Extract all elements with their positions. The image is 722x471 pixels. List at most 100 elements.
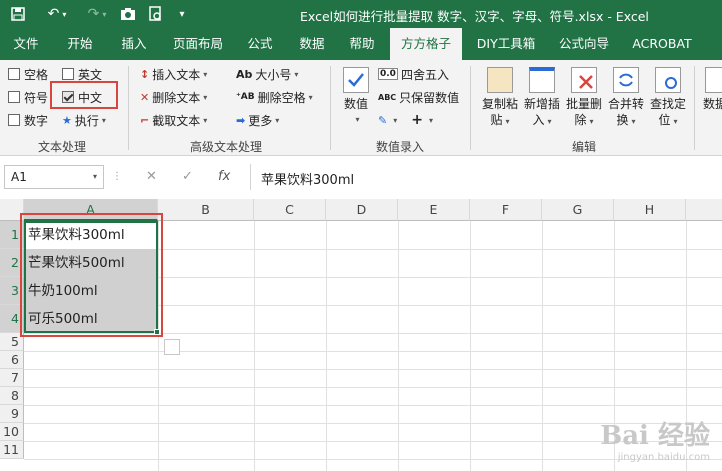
delete-text-button[interactable]: ✕ 删除文本 ▾ [140, 87, 207, 107]
execute-button[interactable]: ★ 执行 ▾ [62, 110, 106, 130]
checkbox-icon [8, 114, 20, 126]
delete-space-label: 删除空格 [257, 90, 306, 105]
more-dots-icon: ⋮ [112, 171, 122, 182]
round-icon: 0.0 [378, 68, 398, 80]
gridline [24, 405, 722, 406]
checkbox-number-label: 数字 [24, 113, 49, 128]
excel-window: ↶ ▾ ↷ ▾ ▾ Excel如何进行批量提取 数字、汉字、字母、符号.xlsx -… [0, 0, 722, 471]
copy-paste-label-2: 贴 [490, 113, 503, 127]
delete-space-button[interactable]: ⁺AB 删除空格 ▾ [236, 87, 313, 107]
more-icon: ➡ [236, 113, 246, 127]
group-label-advanced: 高级文本处理 [190, 140, 263, 154]
customize-icon[interactable]: ▾ [174, 4, 190, 24]
row-header-9[interactable]: 9 [0, 405, 24, 423]
round-button[interactable]: 0.0 四舍五入 [378, 64, 449, 84]
checkbox-space[interactable]: 空格 [8, 64, 48, 84]
group-divider [470, 66, 471, 150]
column-header-g[interactable]: G [542, 199, 614, 221]
round-label: 四舍五入 [400, 67, 449, 82]
more-button[interactable]: ➡ 更多 ▾ [236, 110, 279, 130]
delete-space-icon: ⁺AB [236, 92, 255, 102]
edit-formula-button[interactable]: ✎ ▾ + ▾ [378, 110, 433, 130]
checkbox-symbol[interactable]: 符号 [8, 87, 48, 107]
tab-fangfanggezi[interactable]: 方方格子 [390, 28, 462, 60]
insert-text-icon: ↕ [140, 67, 150, 81]
insert-function-icon[interactable]: fx [218, 165, 230, 189]
watermark: Bai 经验 jingyan.baidu.com [600, 415, 710, 463]
batch-delete-label: 批量删 [565, 97, 602, 111]
tab-formulas[interactable]: 公式 [238, 28, 282, 60]
merge-convert-icon [613, 67, 639, 93]
cut-text-button[interactable]: ⌐ 截取文本 ▾ [140, 110, 207, 130]
undo-icon[interactable]: ↶ ▾ [42, 4, 72, 24]
insert-text-button[interactable]: ↕ 插入文本 ▾ [140, 64, 207, 84]
copy-paste-button[interactable]: 复制粘 贴 ▾ [480, 64, 520, 134]
keep-values-button[interactable]: ABC 只保留数值 [378, 87, 459, 107]
add-insert-label-2: 入 [532, 113, 545, 127]
group-divider [694, 66, 695, 150]
checkbox-icon [8, 68, 20, 80]
number-button[interactable]: 数值 ▾ [336, 64, 376, 134]
tab-page-layout[interactable]: 页面布局 [166, 28, 230, 60]
row-header-10[interactable]: 10 [0, 423, 24, 441]
tab-diy-toolbox[interactable]: DIY工具箱 [470, 28, 542, 60]
batch-delete-button[interactable]: 批量删 除 ▾ [564, 64, 604, 134]
gridline [326, 221, 327, 471]
gridline [254, 221, 255, 471]
column-header-e[interactable]: E [398, 199, 470, 221]
chevron-down-icon: ▾ [275, 115, 280, 125]
column-header-f[interactable]: F [470, 199, 542, 221]
chevron-down-icon: ▾ [673, 117, 678, 126]
group-divider [128, 66, 129, 150]
column-header-d[interactable]: D [326, 199, 398, 221]
delete-text-icon: ✕ [140, 90, 150, 104]
tab-formula-wizard[interactable]: 公式向导 [552, 28, 616, 60]
add-insert-button[interactable]: 新增插 入 ▾ [522, 64, 562, 134]
case-button[interactable]: Ab 大小号 ▾ [236, 64, 298, 84]
gridline [470, 221, 471, 471]
checkbox-symbol-label: 符号 [24, 90, 49, 105]
redo-icon[interactable]: ↷ ▾ [82, 4, 112, 24]
data-analysis-button[interactable]: 数据 [700, 64, 722, 134]
find-locate-label: 查找定 [649, 97, 686, 111]
checkbox-number[interactable]: 数字 [8, 110, 48, 130]
merge-convert-button[interactable]: 合并转 换 ▾ [606, 64, 646, 134]
confirm-icon[interactable]: ✓ [182, 165, 193, 189]
execute-label: 执行 [74, 113, 99, 128]
row-header-8[interactable]: 8 [0, 387, 24, 405]
row-header-7[interactable]: 7 [0, 369, 24, 387]
tab-insert[interactable]: 插入 [112, 28, 156, 60]
chevron-down-icon: ▾ [547, 117, 552, 126]
camera-icon[interactable] [118, 4, 138, 24]
column-header-c[interactable]: C [254, 199, 326, 221]
quick-analysis-icon[interactable] [164, 339, 180, 355]
insert-rows-icon [529, 67, 555, 93]
print-preview-icon[interactable] [146, 4, 166, 24]
gridline [24, 369, 722, 370]
column-header-h[interactable]: H [614, 199, 686, 221]
add-insert-label: 新增插 [523, 97, 560, 111]
tab-home[interactable]: 开始 [58, 28, 102, 60]
row-header-6[interactable]: 6 [0, 351, 24, 369]
tab-acrobat[interactable]: ACROBAT [626, 28, 698, 60]
tab-file[interactable]: 文件 [4, 28, 48, 60]
column-header-b[interactable]: B [158, 199, 254, 221]
find-locate-label-2: 位 [658, 113, 671, 127]
group-label-number: 数值录入 [376, 140, 425, 154]
find-locate-icon [655, 67, 681, 93]
gridline [24, 387, 722, 388]
tab-data[interactable]: 数据 [290, 28, 334, 60]
chevron-down-icon: ▾ [203, 69, 208, 79]
row-header-11[interactable]: 11 [0, 441, 24, 459]
copy-paste-label: 复制粘 [481, 97, 518, 111]
name-box-value: A1 [11, 170, 27, 184]
case-label: 大小号 [255, 67, 292, 82]
tab-help[interactable]: 帮助 [340, 28, 384, 60]
find-locate-button[interactable]: 查找定 位 ▾ [648, 64, 688, 134]
name-box[interactable]: A1 ▾ [4, 165, 104, 189]
save-icon[interactable] [8, 4, 28, 24]
formula-input[interactable]: 苹果饮料300ml [250, 164, 720, 190]
cancel-icon[interactable]: ✕ [146, 165, 157, 189]
number-button-label: 数值 [343, 97, 368, 111]
batch-delete-icon [571, 67, 597, 93]
